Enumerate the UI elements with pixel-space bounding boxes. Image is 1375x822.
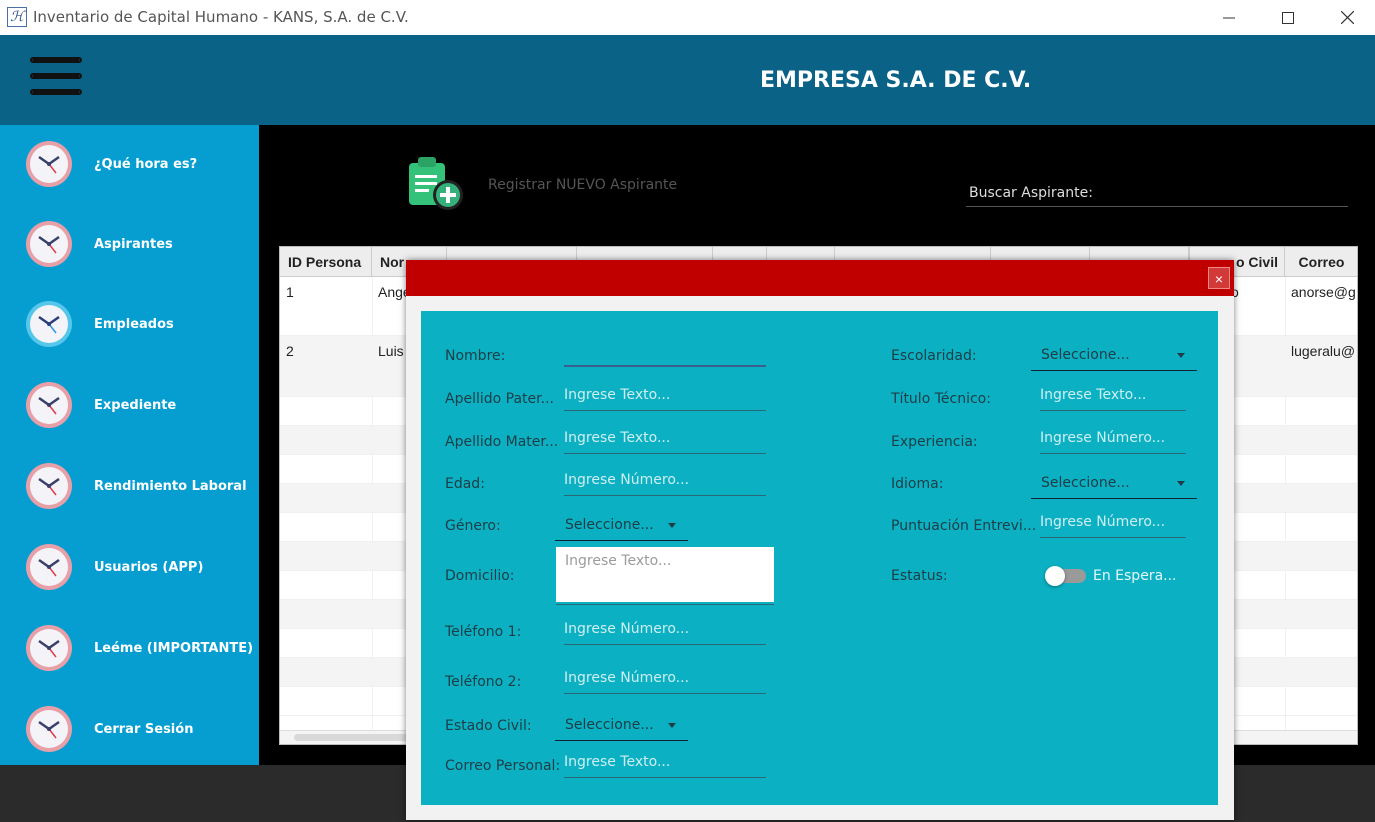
escolaridad-value: Seleccione...	[1041, 347, 1130, 363]
dialog-close-button[interactable]: ×	[1208, 267, 1230, 289]
estado-civil-value: Seleccione...	[565, 717, 654, 733]
search-label: Buscar Aspirante:	[969, 185, 1093, 201]
experiencia-label: Experiencia:	[891, 434, 978, 450]
maximize-icon	[1282, 11, 1294, 24]
toggle-knob	[1045, 566, 1065, 586]
chevron-down-icon	[668, 723, 676, 728]
sidebar-item-label: Expediente	[94, 397, 177, 413]
clock-icon	[26, 221, 72, 267]
telefono2-label: Teléfono 2:	[445, 674, 522, 690]
edad-label: Edad:	[445, 476, 485, 492]
sidebar-item-rendimiento[interactable]: Rendimiento Laboral	[0, 456, 259, 516]
sidebar-item-cerrar-sesion[interactable]: Cerrar Sesión	[0, 699, 259, 759]
edad-input[interactable]: Ingrese Número...	[564, 468, 766, 496]
cell-correo: lugeralu@	[1291, 343, 1356, 359]
titulo-tecnico-input[interactable]: Ingrese Texto...	[1040, 383, 1186, 411]
genero-value: Seleccione...	[565, 517, 654, 533]
cell-name: Luis	[378, 343, 404, 359]
sidebar-item-hora[interactable]: ¿Qué hora es?	[0, 134, 259, 194]
clock-icon	[26, 706, 72, 752]
aspirant-form: Nombre: Apellido Pater... Ingrese Texto.…	[421, 311, 1218, 805]
sidebar-item-label: ¿Qué hora es?	[94, 156, 198, 172]
escolaridad-select[interactable]: Seleccione...	[1031, 343, 1197, 371]
sidebar-item-label: Rendimiento Laboral	[94, 478, 247, 494]
register-aspirant-dialog: × Nombre: Apellido Pater... Ingrese Text…	[406, 260, 1234, 820]
correo-input[interactable]: Ingrese Texto...	[564, 750, 766, 778]
genero-label: Género:	[445, 518, 501, 534]
estatus-toggle[interactable]	[1045, 566, 1086, 586]
chevron-down-icon	[1177, 481, 1185, 486]
clock-icon	[26, 382, 72, 428]
idioma-value: Seleccione...	[1041, 475, 1130, 491]
nombre-label: Nombre:	[445, 348, 506, 364]
sidebar-item-label: Aspirantes	[94, 236, 173, 252]
scrollbar-thumb[interactable]	[294, 734, 414, 741]
cell-id: 1	[286, 284, 294, 300]
cell-correo: anorse@g	[1291, 284, 1356, 300]
chevron-down-icon	[668, 523, 676, 528]
window-title: Inventario de Capital Humano - KANS, S.A…	[33, 8, 409, 26]
clock-icon	[26, 141, 72, 187]
maximize-button[interactable]	[1259, 0, 1317, 35]
sidebar-item-label: Leéme (IMPORTANTE)	[94, 640, 254, 656]
search-input[interactable]	[966, 206, 1348, 207]
cell-id: 2	[286, 343, 294, 359]
sidebar-item-empleados[interactable]: Empleados	[0, 294, 259, 354]
domicilio-textarea[interactable]: Ingrese Texto...	[556, 547, 774, 602]
titulo-tecnico-label: Título Técnico:	[891, 391, 991, 407]
correo-label: Correo Personal:	[445, 758, 561, 774]
app-logo-icon: ℋ	[7, 7, 27, 27]
sidebar-item-label: Usuarios (APP)	[94, 559, 204, 575]
sidebar-item-label: Cerrar Sesión	[94, 721, 194, 737]
register-aspirant-button[interactable]: Registrar NUEVO Aspirante	[488, 177, 677, 193]
idioma-label: Idioma:	[891, 476, 944, 492]
genero-select[interactable]: Seleccione...	[555, 513, 688, 541]
apellido-paterno-input[interactable]: Ingrese Texto...	[564, 383, 766, 411]
clock-icon	[26, 544, 72, 590]
telefono2-input[interactable]: Ingrese Número...	[564, 666, 766, 694]
telefono1-label: Teléfono 1:	[445, 624, 522, 640]
idioma-select[interactable]: Seleccione...	[1031, 471, 1197, 499]
telefono1-input[interactable]: Ingrese Número...	[564, 617, 766, 645]
sidebar-item-aspirantes[interactable]: Aspirantes	[0, 214, 259, 274]
column-header[interactable]: Correo	[1285, 247, 1357, 277]
puntuacion-input[interactable]: Ingrese Número...	[1040, 510, 1186, 538]
estatus-value: En Espera...	[1093, 568, 1177, 584]
app-header: EMPRESA S.A. DE C.V.	[0, 35, 1375, 125]
menu-hamburger-button[interactable]	[30, 57, 82, 99]
register-aspirant-icon[interactable]	[406, 155, 466, 213]
clock-active-icon	[26, 301, 72, 347]
sidebar-item-leeme[interactable]: Leéme (IMPORTANTE)	[0, 618, 259, 678]
sidebar-item-label: Empleados	[94, 316, 174, 332]
minimize-icon	[1223, 17, 1235, 18]
clock-icon	[26, 463, 72, 509]
domicilio-label: Domicilio:	[445, 568, 515, 584]
column-header[interactable]: ID Persona	[280, 247, 372, 277]
sidebar-item-expediente[interactable]: Expediente	[0, 375, 259, 435]
window-title-bar: ℋ Inventario de Capital Humano - KANS, S…	[0, 0, 1375, 35]
estatus-label: Estatus:	[891, 568, 948, 584]
experiencia-input[interactable]: Ingrese Número...	[1040, 426, 1186, 454]
close-icon	[1340, 11, 1354, 24]
apellido-materno-input[interactable]: Ingrese Texto...	[564, 426, 766, 454]
apellido-materno-label: Apellido Mater...	[445, 434, 559, 450]
puntuacion-label: Puntuación Entrevi...	[891, 518, 1037, 534]
apellido-paterno-label: Apellido Pater...	[445, 391, 554, 407]
estado-civil-select[interactable]: Seleccione...	[555, 713, 688, 741]
estado-civil-label: Estado Civil:	[445, 718, 532, 734]
sidebar-item-usuarios[interactable]: Usuarios (APP)	[0, 537, 259, 597]
sidebar: ¿Qué hora es? Aspirantes Empleados Exped…	[0, 125, 259, 765]
close-window-button[interactable]	[1318, 0, 1375, 35]
dialog-title-bar	[406, 260, 1234, 296]
company-title: EMPRESA S.A. DE C.V.	[760, 68, 1032, 93]
escolaridad-label: Escolaridad:	[891, 348, 977, 364]
minimize-button[interactable]	[1200, 0, 1258, 35]
clock-icon	[26, 625, 72, 671]
chevron-down-icon	[1177, 353, 1185, 358]
nombre-input[interactable]	[564, 339, 766, 367]
